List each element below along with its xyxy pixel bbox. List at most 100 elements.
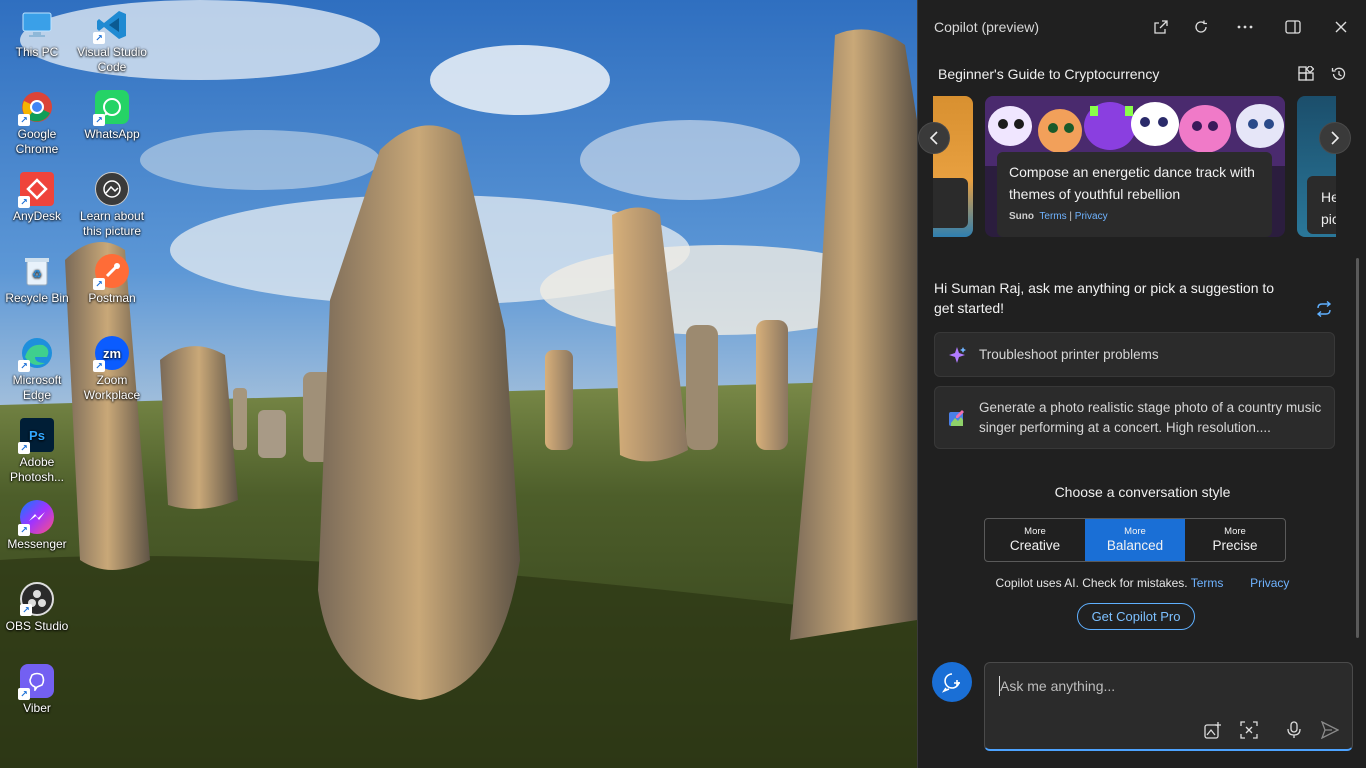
card-source: Suno [1009, 211, 1034, 222]
refresh-icon[interactable] [1187, 14, 1215, 40]
desktop-icon-label: Messenger [7, 537, 67, 551]
suggestion-text: Generate a photo realistic stage photo o… [979, 400, 1322, 435]
desktop-icon-label: Google Chrome [15, 127, 59, 156]
open-external-icon[interactable] [1147, 14, 1175, 40]
messenger-icon: ↗ [18, 500, 54, 536]
style-small-label: More [1024, 526, 1046, 537]
desktop-icon-label: Visual Studio Code [77, 45, 147, 74]
photoshop-icon: Ps ↗ [18, 418, 54, 454]
desktop-icon-label: AnyDesk [12, 209, 62, 223]
style-precise-button[interactable]: More Precise [1185, 519, 1285, 561]
style-small-label: More [1124, 526, 1146, 537]
more-icon[interactable] [1231, 14, 1259, 40]
style-balanced-button[interactable]: More Balanced [1085, 519, 1185, 561]
desktop-icon-chrome[interactable]: ↗ Google Chrome [0, 90, 74, 157]
desktop-icon-edge[interactable]: ↗ Microsoft Edge [0, 336, 74, 403]
anydesk-icon: ↗ [18, 172, 54, 208]
history-icon[interactable] [1328, 63, 1350, 85]
desktop-icon-recycle-bin[interactable]: ♻ Recycle Bin [0, 254, 74, 306]
disclaimer-text: Copilot uses AI. Check for mistakes. [995, 576, 1188, 590]
obs-icon: ↗ [20, 582, 54, 616]
microphone-icon[interactable] [1283, 719, 1305, 741]
edge-icon: ↗ [18, 336, 54, 372]
carousel-card-next[interactable]: He pic [1297, 96, 1336, 237]
style-large-label: Precise [1212, 538, 1258, 553]
close-icon[interactable] [1327, 14, 1355, 40]
send-icon[interactable] [1319, 719, 1341, 741]
disclaimer-terms-link[interactable]: Terms [1191, 576, 1224, 590]
conversation-style-selector: More Creative More Balanced More Precise [984, 518, 1286, 562]
sidebar-toggle-icon[interactable] [1279, 14, 1307, 40]
desktop-icon-learn-picture[interactable]: Learn about this picture [75, 172, 149, 239]
desktop-icon-label: Zoom Workplace [83, 373, 141, 402]
suggestion-chip[interactable]: Generate a photo realistic stage photo o… [934, 386, 1335, 449]
plugins-icon[interactable] [1295, 63, 1317, 85]
desktop-icon-zoom[interactable]: zm ↗ Zoom Workplace [75, 336, 149, 403]
this-pc-icon [20, 8, 54, 42]
carousel-prev-button[interactable] [918, 122, 950, 154]
panel-scrollbar[interactable] [1356, 258, 1359, 638]
desktop-icon-label: OBS Studio [5, 619, 69, 633]
copilot-panel: Copilot (preview) Beginner's Guide to Cr… [917, 0, 1366, 768]
chrome-icon: ↗ [18, 90, 54, 126]
copilot-titlebar: Copilot (preview) [918, 0, 1366, 54]
desktop-icon-postman[interactable]: ↗ Postman [75, 254, 149, 306]
desktop-icon-photoshop[interactable]: Ps ↗ Adobe Photosh... [0, 418, 74, 485]
desktop-icon-label: Microsoft Edge [12, 373, 62, 402]
desktop-icon-label: Adobe Photosh... [9, 455, 65, 484]
card-separator: | [1069, 211, 1073, 222]
next-card-text: He pic [1307, 176, 1336, 234]
chevron-right-icon [1331, 131, 1340, 145]
card-terms-link[interactable]: Terms [1039, 211, 1066, 222]
sparkle-icon [949, 347, 966, 363]
conversation-style-title: Choose a conversation style [1054, 484, 1231, 500]
chat-input-box[interactable]: Ask me anything... [984, 662, 1353, 751]
desktop-icon-this-pc[interactable]: This PC [0, 8, 74, 60]
desktop-icon-viber[interactable]: ↗ Viber [0, 664, 74, 716]
desktop-icon-label: Viber [23, 701, 51, 715]
svg-text:♻: ♻ [32, 269, 42, 281]
desktop-icon-whatsapp[interactable]: ↗ WhatsApp [75, 90, 149, 142]
conversation-title: Beginner's Guide to Cryptocurrency [938, 66, 1160, 82]
get-copilot-pro-button[interactable]: Get Copilot Pro [1077, 603, 1195, 630]
desktop-icon-label: Recycle Bin [5, 291, 69, 305]
chevron-left-icon [929, 131, 938, 145]
carousel-card-previous[interactable] [933, 96, 973, 237]
suggestion-text: Troubleshoot printer problems [979, 347, 1159, 362]
vscode-icon: ↗ [93, 8, 129, 44]
screenshot-icon[interactable] [1238, 719, 1260, 741]
postman-icon: ↗ [93, 254, 129, 290]
carousel-card-meta: Suno Terms | Privacy [1009, 211, 1260, 222]
style-creative-button[interactable]: More Creative [985, 519, 1085, 561]
zoom-icon: zm ↗ [93, 336, 129, 372]
desktop-icon-messenger[interactable]: ↗ Messenger [0, 500, 74, 552]
desktop-icon-label: Learn about this picture [79, 209, 145, 238]
copilot-title: Copilot (preview) [934, 19, 1040, 35]
new-topic-button[interactable] [932, 662, 972, 702]
carousel-card-caption[interactable]: Compose an energetic dance track with th… [997, 152, 1272, 237]
viber-icon: ↗ [18, 664, 54, 700]
desktop-icon-label: This PC [15, 45, 59, 59]
desktop-icon-obs[interactable]: ↗ OBS Studio [0, 582, 74, 634]
chat-input-placeholder: Ask me anything... [1000, 678, 1116, 694]
learn-picture-icon [95, 172, 129, 206]
style-large-label: Balanced [1106, 538, 1164, 553]
suggestion-carousel: Compose an energetic dance track with th… [933, 96, 1336, 237]
carousel-next-button[interactable] [1319, 122, 1351, 154]
refresh-suggestions-icon[interactable] [1314, 299, 1334, 319]
desktop: This PC ↗ Google Chrome ↗ AnyDesk ♻ Recy… [0, 0, 917, 768]
suggestion-chip[interactable]: Troubleshoot printer problems [934, 332, 1335, 377]
card-privacy-link[interactable]: Privacy [1075, 211, 1108, 222]
desktop-icon-label: Postman [88, 291, 136, 305]
add-image-icon[interactable] [1202, 719, 1224, 741]
recycle-bin-icon: ♻ [20, 254, 54, 288]
disclaimer-privacy-link[interactable]: Privacy [1250, 576, 1289, 590]
desktop-icon-label: WhatsApp [84, 127, 140, 141]
style-small-label: More [1224, 526, 1246, 537]
whatsapp-icon: ↗ [93, 90, 129, 126]
ai-disclaimer: Copilot uses AI. Check for mistakes. Ter… [918, 576, 1366, 590]
desktop-icon-vscode[interactable]: ↗ Visual Studio Code [75, 8, 149, 75]
style-large-label: Creative [1009, 538, 1061, 553]
image-create-icon [949, 410, 964, 426]
desktop-icon-anydesk[interactable]: ↗ AnyDesk [0, 172, 74, 224]
